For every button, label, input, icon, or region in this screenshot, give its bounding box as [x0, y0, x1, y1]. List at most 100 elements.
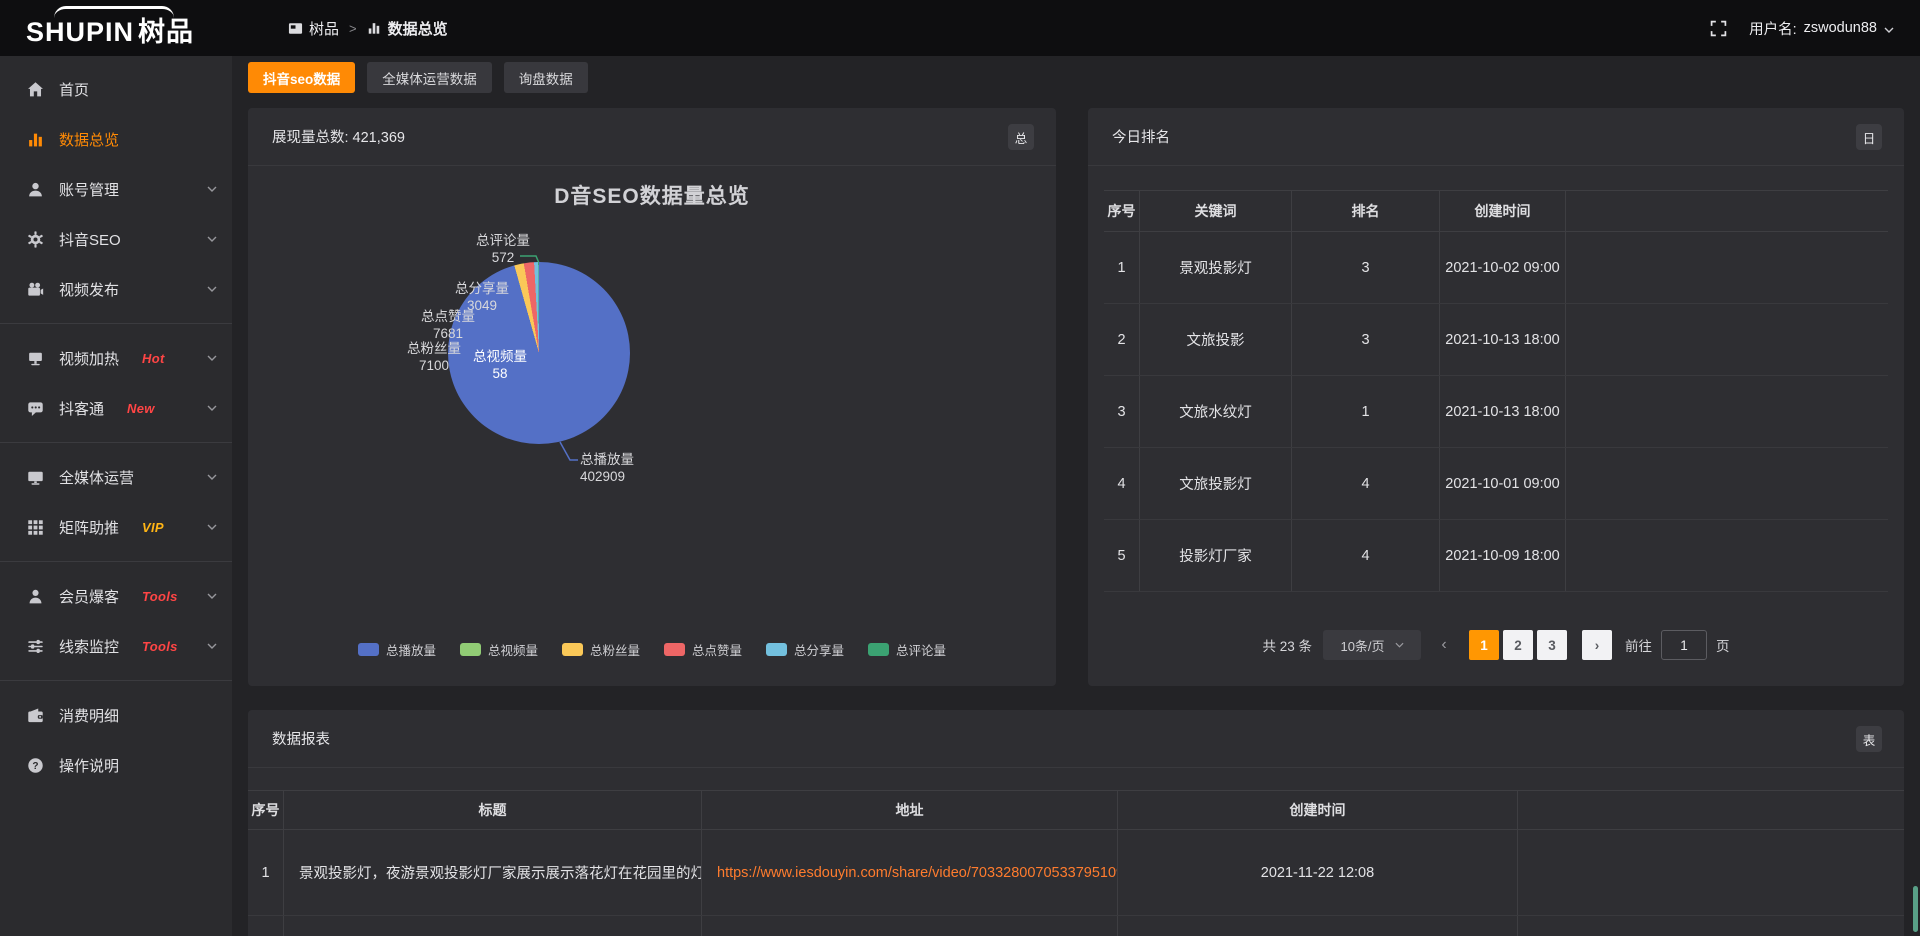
user-menu[interactable]: 用户名: zswodun88 [1749, 18, 1894, 39]
chevron-down-icon [207, 286, 217, 292]
video-link[interactable]: https://www.iesdouyin.com/share/video/70… [717, 865, 1118, 881]
sidebar-item-instructions[interactable]: ? 操作说明 [0, 740, 232, 790]
sidebar-item-video-publish[interactable]: 视频发布 [0, 264, 232, 314]
chevron-down-icon [207, 405, 217, 411]
ranking-cell: 3 [1104, 376, 1140, 447]
ranking-cell: 文旅投影 [1140, 304, 1292, 375]
ranking-cell: 景观投影灯 [1140, 232, 1292, 303]
sidebar-divider [0, 561, 232, 562]
seo-chart-panel: 展现量总数: 421,369 总 D音SEO数据量总览 总评论量572 总分享量… [248, 108, 1056, 686]
sidebar-item-clue-monitor[interactable]: 线索监控 Tools [0, 621, 232, 671]
sidebar-item-label: 操作说明 [59, 755, 119, 776]
help-icon: ? [27, 757, 44, 774]
ranking-cell: 2021-10-13 18:00 [1440, 304, 1566, 375]
sidebar-item-matrix-boost[interactable]: 矩阵助推 VIP [0, 502, 232, 552]
window-icon [288, 21, 303, 36]
tab-询盘数据[interactable]: 询盘数据 [504, 62, 588, 93]
ranking-table: 序号关键词排名创建时间 1景观投影灯32021-10-02 09:002文旅投影… [1104, 190, 1888, 592]
ranking-panel-header: 今日排名 [1088, 108, 1904, 166]
next-page-button[interactable]: › [1582, 630, 1612, 660]
svg-text:?: ? [32, 760, 38, 771]
sidebar-item-douketong[interactable]: 抖客通New [0, 383, 232, 433]
ranking-table-row: 5投影灯厂家42021-10-09 18:00 [1104, 520, 1888, 592]
legend-item[interactable]: 总点赞量 [664, 640, 742, 659]
filler-cell [1566, 232, 1888, 303]
legend-item[interactable]: 总分享量 [766, 640, 844, 659]
sidebar-item-badge: Tools [142, 589, 178, 604]
legend-swatch [664, 643, 685, 656]
sidebar-item-douyin-seo[interactable]: 抖音SEO [0, 214, 232, 264]
breadcrumb-root[interactable]: 树品 [288, 18, 339, 39]
sidebar-item-member-leads[interactable]: 会员爆客Tools [0, 571, 232, 621]
legend-item[interactable]: 总评论量 [868, 640, 946, 659]
chevron-down-icon [207, 524, 217, 530]
page-button-2[interactable]: 2 [1503, 630, 1533, 660]
legend-swatch [766, 643, 787, 656]
chart-title: D音SEO数据量总览 [248, 180, 1056, 210]
home-icon [27, 81, 44, 98]
page-button-1[interactable]: 1 [1469, 630, 1499, 660]
column-header: 序号 [1104, 191, 1140, 231]
legend-item[interactable]: 总粉丝量 [562, 640, 640, 659]
video-camera-icon [27, 281, 44, 298]
bar-chart-icon [367, 21, 382, 36]
sliders-icon [27, 638, 44, 655]
fullscreen-icon[interactable] [1710, 20, 1727, 37]
ranking-cell: 5 [1104, 520, 1140, 591]
sidebar-item-media-operation[interactable]: 全媒体运营 [0, 452, 232, 502]
pie-label-plays: 总播放量402909 [580, 451, 690, 485]
tab-抖音seo数据[interactable]: 抖音seo数据 [248, 62, 355, 93]
filler-cell [1566, 520, 1888, 591]
report-cell-title: 景观投影灯，夜游景观投影灯厂家展示展示落花灯在花园里的灯光投影应用效果 # [284, 830, 702, 915]
goto-page-input[interactable]: 1 [1661, 630, 1707, 660]
sidebar-item-consumption-detail[interactable]: 消费明细 [0, 690, 232, 740]
tab-全媒体运营数据[interactable]: 全媒体运营数据 [367, 62, 492, 93]
breadcrumb-current[interactable]: 数据总览 [367, 18, 448, 39]
sidebar-item-badge: VIP [142, 520, 164, 535]
sidebar-item-label: 抖音SEO [59, 229, 121, 250]
legend-swatch [562, 643, 583, 656]
ranking-table-header: 序号关键词排名创建时间 [1104, 190, 1888, 232]
filler-cell [1518, 791, 1904, 829]
chevron-down-icon [1884, 27, 1894, 33]
ranking-cell: 文旅投影灯 [1140, 448, 1292, 519]
app-logo[interactable]: SHUPIN树品 [26, 4, 236, 52]
ranking-cell: 2021-10-09 18:00 [1440, 520, 1566, 591]
legend-swatch [358, 643, 379, 656]
legend-swatch [460, 643, 481, 656]
pie-label-videos: 总视频量58 [460, 348, 540, 382]
legend-item[interactable]: 总视频量 [460, 640, 538, 659]
legend-item[interactable]: 总播放量 [358, 640, 436, 659]
prev-page-button[interactable]: ‹ [1432, 630, 1456, 660]
sidebar-item-account-manage[interactable]: 账号管理 [0, 164, 232, 214]
chevron-down-icon [207, 474, 217, 480]
sidebar-item-video-heat[interactable]: 视频加热Hot [0, 333, 232, 383]
sidebar-item-data-overview[interactable]: 数据总览 [0, 114, 232, 164]
legend-swatch [868, 643, 889, 656]
goto-suffix: 页 [1716, 635, 1730, 655]
page-button-3[interactable]: 3 [1537, 630, 1567, 660]
day-view-button[interactable]: 日 [1856, 124, 1882, 150]
scrollbar-thumb[interactable] [1913, 886, 1918, 932]
report-table: 序号标题地址创建时间 1景观投影灯，夜游景观投影灯厂家展示展示落花灯在花园里的灯… [248, 790, 1904, 936]
ranking-cell: 2021-10-01 09:00 [1440, 448, 1566, 519]
chevron-down-icon [207, 186, 217, 192]
total-count-label: 共 23 条 [1262, 635, 1312, 655]
sidebar-item-home[interactable]: 首页 [0, 64, 232, 114]
projector-icon [27, 350, 44, 367]
total-view-button[interactable]: 总 [1008, 124, 1034, 150]
sidebar-nav: 首页数据总览账号管理抖音SEO视频发布视频加热Hot抖客通New全媒体运营矩阵助… [0, 56, 232, 936]
column-header: 排名 [1292, 191, 1440, 231]
ranking-panel-title: 今日排名 [1112, 126, 1170, 147]
page-size-select[interactable]: 10条/页 [1323, 630, 1421, 660]
sidebar-item-label: 线索监控 [59, 636, 119, 657]
video-link-cell: https://www.iesdouyin.com/share/video/70… [702, 830, 1118, 915]
sidebar-item-badge: Tools [142, 639, 178, 654]
user-icon [27, 181, 44, 198]
ranking-table-row: 1景观投影灯32021-10-02 09:00 [1104, 232, 1888, 304]
report-panel-title: 数据报表 [272, 728, 330, 749]
table-view-button[interactable]: 表 [1856, 726, 1882, 752]
sidebar-item-label: 矩阵助推 [59, 517, 119, 538]
sidebar-item-label: 数据总览 [59, 129, 119, 150]
page-buttons: 123 [1467, 630, 1569, 660]
